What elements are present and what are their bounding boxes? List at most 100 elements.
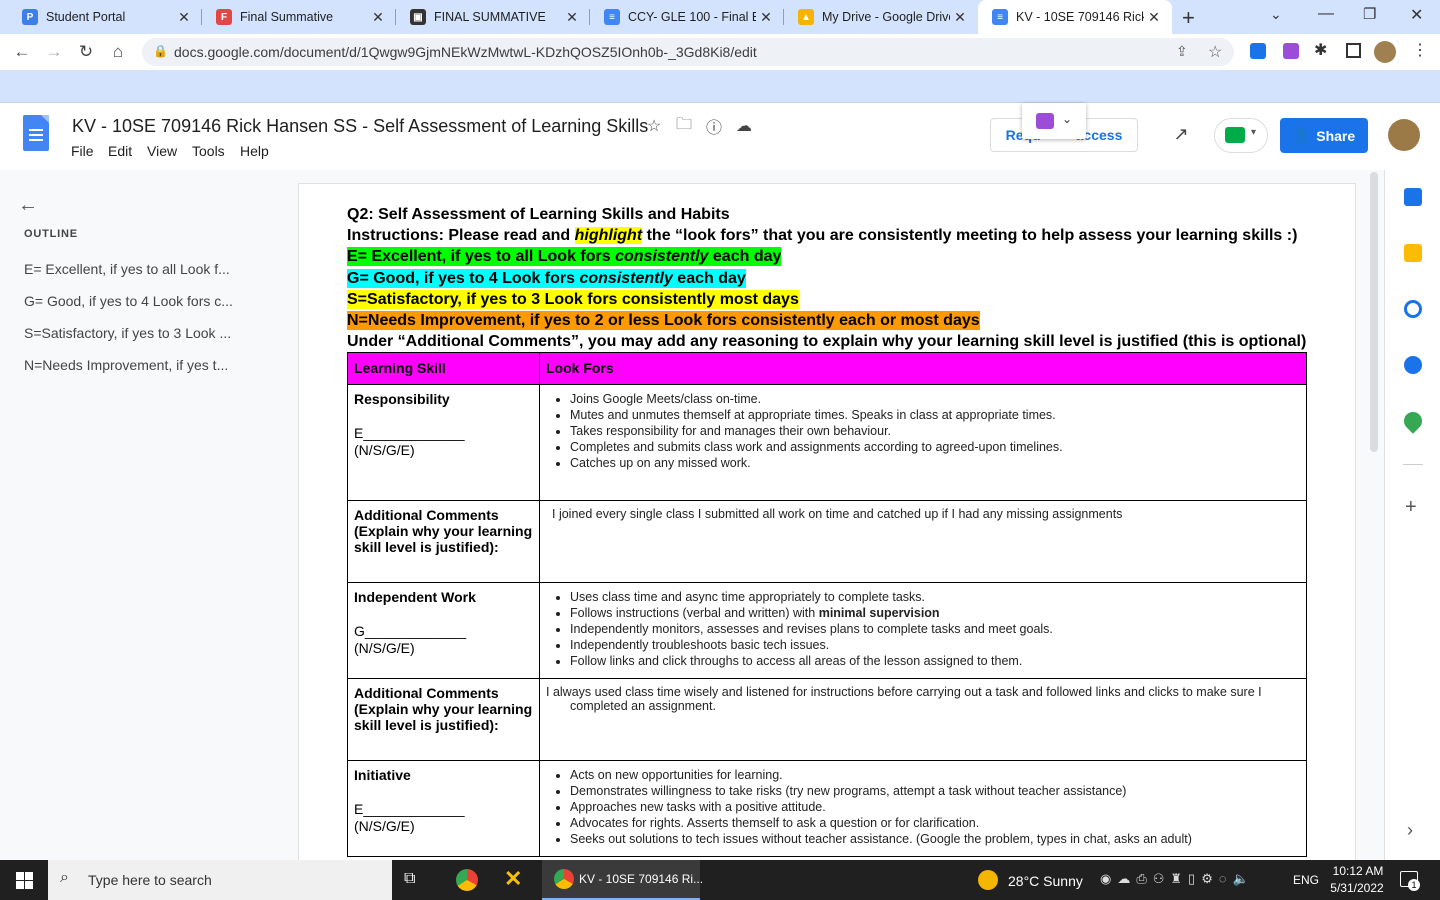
tab-title: My Drive - Google Drive [822, 10, 950, 24]
tab-search-icon[interactable]: ⌄ [1270, 6, 1282, 23]
account-avatar[interactable] [1388, 119, 1420, 151]
app-x-icon[interactable]: ✕ [504, 866, 522, 892]
skill-cell[interactable]: Independent Work G_____________ (N/S/G/E… [347, 582, 540, 679]
menu-file[interactable]: File [71, 143, 94, 159]
move-folder-icon[interactable]: 🗀 [673, 115, 695, 137]
comment-label-cell[interactable]: Additional Comments (Explain why your le… [347, 678, 540, 761]
taskbar-active-app[interactable]: KV - 10SE 709146 Ri... [542, 860, 703, 900]
system-tray-icons[interactable]: ◉☁⎙⚇♜▯⚙◌🔈 [1100, 871, 1255, 887]
meet-button[interactable]: ▾ [1214, 118, 1268, 153]
table-row: Additional Comments (Explain why your le… [347, 500, 1307, 583]
docs-header: KV - 10SE 709146 Rick Hansen SS - Self A… [0, 103, 1440, 170]
home-icon[interactable]: ⌂ [106, 40, 130, 64]
browser-menu-icon[interactable]: ⋮ [1412, 40, 1428, 60]
clock-date[interactable]: 5/31/2022 [1327, 881, 1387, 895]
extension-puzzle-purple-icon[interactable] [1283, 43, 1299, 59]
menu-edit[interactable]: Edit [108, 143, 132, 159]
language-indicator[interactable]: ENG [1293, 873, 1319, 887]
skill-name: Independent Work [354, 589, 476, 605]
close-tab-icon[interactable]: ✕ [1144, 9, 1164, 26]
url-text[interactable]: docs.google.com/document/d/1Qwgw9GjmNEkW… [174, 44, 757, 60]
list-item: Demonstrates willingness to take risks (… [570, 783, 1300, 799]
list-item: Independently monitors, assesses and rev… [570, 621, 1300, 637]
cloud-status-icon[interactable]: ☁ [733, 115, 755, 137]
add-addon-icon[interactable]: + [1405, 496, 1417, 519]
close-tab-icon[interactable]: ✕ [174, 9, 194, 26]
menu-help[interactable]: Help [240, 143, 269, 159]
tab-ccy-gle[interactable]: ≡ CCY- GLE 100 - Final Eva ✕ [590, 0, 784, 34]
extension-popup[interactable]: ⌄ [1022, 103, 1086, 139]
outline-item[interactable]: N=Needs Improvement, if yes t... [24, 357, 254, 373]
vertical-scrollbar[interactable] [1370, 172, 1378, 452]
window-close-icon[interactable]: ✕ [1410, 5, 1423, 25]
puzzle-icon [1036, 113, 1054, 129]
minimize-icon[interactable]: — [1318, 5, 1334, 23]
docs-logo-icon[interactable] [23, 115, 49, 151]
contacts-icon[interactable] [1404, 356, 1422, 374]
share-page-icon[interactable]: ⇪ [1176, 43, 1188, 60]
look-fors-cell[interactable]: Uses class time and async time appropria… [539, 582, 1307, 679]
keep-icon[interactable] [1404, 244, 1422, 262]
extensions-icon[interactable]: ✱ [1314, 40, 1327, 60]
close-tab-icon[interactable]: ✕ [950, 9, 970, 26]
comment-label-cell[interactable]: Additional Comments (Explain why your le… [347, 500, 540, 583]
profile-avatar[interactable] [1374, 41, 1396, 63]
back-arrow-icon[interactable]: ← [18, 194, 38, 217]
task-view-icon[interactable]: ⧉ [404, 870, 415, 888]
close-tab-icon[interactable]: ✕ [756, 9, 776, 26]
look-fors-cell[interactable]: Acts on new opportunities for learning. … [539, 760, 1307, 857]
tab-final-summative-2[interactable]: ▣ FINAL SUMMATIVE ✕ [396, 0, 590, 34]
address-bar[interactable]: 🔒 docs.google.com/document/d/1Qwgw9GjmNE… [142, 38, 1234, 66]
classroom-favicon: ▣ [410, 9, 426, 25]
comment-cell[interactable]: I always used class time wisely and list… [539, 678, 1307, 761]
expand-panel-icon[interactable]: › [1407, 820, 1413, 841]
skill-cell[interactable]: Responsibility E_____________ (N/S/G/E) [347, 384, 540, 501]
weather-sun-icon[interactable] [978, 870, 998, 890]
final-summative-favicon: F [216, 9, 232, 25]
side-panel-icon[interactable] [1346, 43, 1361, 58]
activity-trend-icon[interactable]: ↗ [1170, 123, 1192, 145]
browser-tab-strip: P Student Portal ✕ F Final Summative ✕ ▣… [0, 0, 1440, 34]
windows-start-icon[interactable] [16, 872, 33, 889]
back-icon[interactable]: ← [10, 40, 34, 64]
new-tab-icon[interactable]: + [1182, 5, 1195, 31]
tab-my-drive[interactable]: ▲ My Drive - Google Drive ✕ [784, 0, 978, 34]
weather-text[interactable]: 28°C Sunny [1008, 873, 1083, 889]
outline-item[interactable]: S=Satisfactory, if yes to 3 Look ... [24, 325, 254, 341]
lock-icon[interactable]: 🔒 [153, 44, 168, 58]
calendar-icon[interactable] [1404, 188, 1422, 206]
info-icon[interactable]: ⓘ [703, 115, 725, 137]
list-item: Follow links and click throughs to acces… [570, 653, 1300, 669]
restore-icon[interactable]: ❐ [1363, 5, 1376, 23]
bookmark-star-icon[interactable]: ☆ [1208, 42, 1222, 62]
clock-time[interactable]: 10:12 AM [1331, 864, 1385, 878]
excellent-line: E= Excellent, if yes to all Look fors co… [347, 247, 782, 266]
tasks-icon[interactable] [1404, 300, 1422, 318]
maps-icon[interactable] [1400, 408, 1426, 434]
table-row: Initiative E_____________ (N/S/G/E) Acts… [347, 760, 1307, 857]
chrome-icon[interactable] [456, 869, 478, 891]
extension-icon[interactable] [1250, 43, 1266, 59]
comment-cell[interactable]: I joined every single class I submitted … [539, 500, 1307, 583]
outline-item[interactable]: G= Good, if yes to 4 Look fors c... [24, 293, 254, 309]
close-tab-icon[interactable]: ✕ [562, 9, 582, 26]
star-icon[interactable]: ☆ [643, 115, 665, 137]
reload-icon[interactable]: ↻ [74, 40, 98, 64]
taskbar-search[interactable]: ⌕ Type here to search [48, 860, 392, 900]
menu-view[interactable]: View [147, 143, 177, 159]
document-title[interactable]: KV - 10SE 709146 Rick Hansen SS - Self A… [72, 116, 648, 137]
tab-active-doc[interactable]: ≡ KV - 10SE 709146 Rick H ✕ [978, 0, 1172, 34]
forward-icon[interactable]: → [42, 40, 66, 64]
tab-student-portal[interactable]: P Student Portal ✕ [8, 0, 202, 34]
skill-cell[interactable]: Initiative E_____________ (N/S/G/E) [347, 760, 540, 857]
tab-final-summative[interactable]: F Final Summative ✕ [202, 0, 396, 34]
menu-tools[interactable]: Tools [192, 143, 225, 159]
close-tab-icon[interactable]: ✕ [368, 9, 388, 26]
look-fors-cell[interactable]: Joins Google Meets/class on-time. Mutes … [539, 384, 1307, 501]
document-heading: Q2: Self Assessment of Learning Skills a… [347, 206, 730, 223]
docs-favicon: ≡ [992, 9, 1008, 25]
outline-item[interactable]: E= Excellent, if yes to all Look f... [24, 261, 254, 277]
share-button[interactable]: 👤 Share [1280, 118, 1368, 153]
document-page[interactable]: Q2: Self Assessment of Learning Skills a… [299, 184, 1355, 884]
good-line: G= Good, if yes to 4 Look fors consisten… [347, 269, 746, 288]
